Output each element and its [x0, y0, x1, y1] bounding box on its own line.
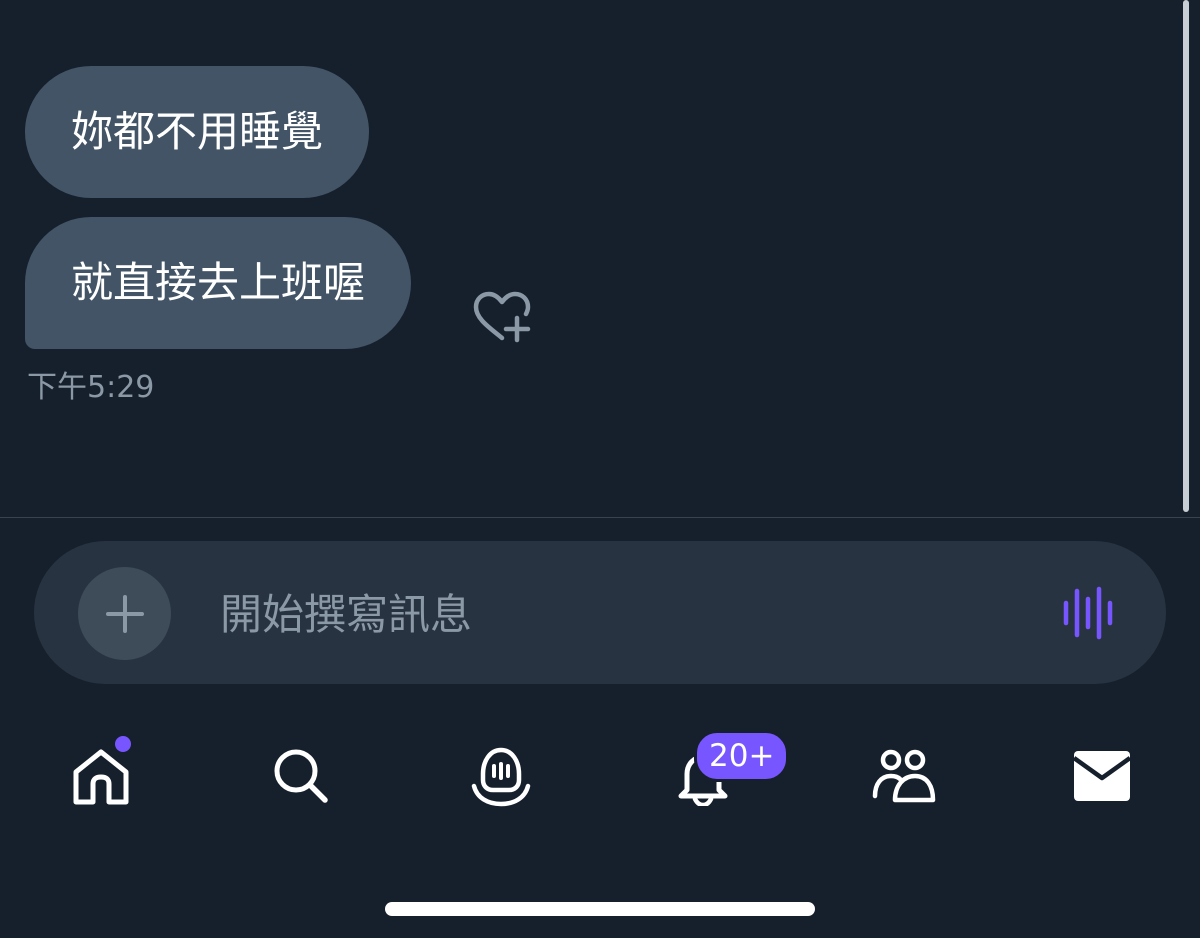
dm-screen: 妳都不用睡覺 就直接去上班喔 下午5:29 開始撰寫訊息 20+ — [0, 0, 1200, 938]
divider — [0, 517, 1200, 518]
message-bubble[interactable]: 就直接去上班喔 — [25, 217, 412, 349]
add-media-button[interactable] — [78, 567, 171, 660]
message-input[interactable] — [218, 576, 1022, 652]
voice-message-button[interactable] — [1060, 585, 1120, 641]
scrollbar[interactable] — [1183, 0, 1189, 512]
heart-plus-icon — [473, 291, 531, 343]
home-indicator[interactable] — [385, 902, 815, 916]
message-bubble[interactable]: 妳都不用睡覺 — [25, 66, 370, 198]
message-thread: 妳都不用睡覺 就直接去上班喔 下午5:29 — [0, 0, 1200, 518]
voice-waveform-icon — [1063, 586, 1113, 640]
new-activity-dot — [115, 736, 131, 752]
home-icon — [73, 749, 129, 805]
spaces-icon — [471, 747, 531, 807]
nav-spaces[interactable] — [461, 736, 541, 816]
search-icon — [274, 749, 328, 803]
plus-icon — [105, 594, 144, 633]
notification-count-badge: 20+ — [694, 730, 790, 782]
message-timestamp: 下午5:29 — [27, 370, 155, 405]
nav-search[interactable] — [261, 736, 341, 816]
nav-communities[interactable] — [864, 736, 944, 816]
communities-icon — [872, 749, 936, 803]
bottom-navigation — [0, 706, 1200, 846]
nav-messages[interactable] — [1062, 736, 1142, 816]
add-reaction-button[interactable] — [470, 290, 534, 346]
mail-icon — [1072, 751, 1132, 801]
message-composer — [34, 541, 1166, 684]
nav-home[interactable] — [61, 736, 141, 816]
